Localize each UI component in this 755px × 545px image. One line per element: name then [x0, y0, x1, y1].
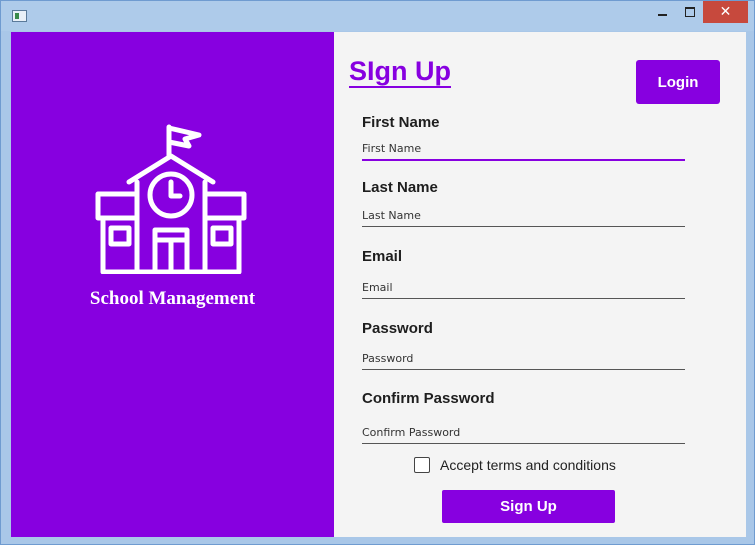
password-label: Password [362, 320, 433, 337]
school-building-icon [95, 124, 247, 274]
maximize-button[interactable] [677, 1, 703, 23]
email-label: Email [362, 248, 403, 265]
confirm-password-label: Confirm Password [362, 390, 495, 407]
confirm-password-input[interactable] [362, 421, 685, 444]
last-name-input[interactable] [362, 204, 685, 227]
page-title: SIgn Up [349, 56, 451, 88]
title-bar[interactable]: ✕ [1, 1, 754, 31]
window-app-icon [12, 10, 27, 22]
terms-label[interactable]: Accept terms and conditions [440, 457, 616, 473]
minimize-button[interactable] [649, 1, 675, 23]
minimize-icon [657, 14, 667, 16]
last-name-label: Last Name [362, 179, 438, 196]
first-name-label: First Name [362, 114, 440, 131]
terms-row[interactable]: Accept terms and conditions [414, 457, 616, 473]
app-name: School Management [89, 288, 256, 309]
maximize-icon [685, 7, 695, 17]
email-input[interactable] [362, 276, 685, 299]
app-window: ✕ School Management SIgn Up Login First … [0, 0, 755, 545]
client-area: School Management SIgn Up Login First Na… [11, 32, 746, 537]
first-name-input[interactable] [362, 137, 685, 161]
terms-checkbox[interactable] [414, 457, 430, 473]
close-icon: ✕ [719, 4, 732, 20]
login-button[interactable]: Login [636, 60, 720, 104]
close-button[interactable]: ✕ [703, 1, 748, 23]
branding-panel: School Management [11, 32, 334, 537]
password-input[interactable] [362, 347, 685, 370]
signup-button[interactable]: Sign Up [442, 490, 615, 523]
signup-form: SIgn Up Login First Name Last Name Email… [334, 32, 746, 537]
